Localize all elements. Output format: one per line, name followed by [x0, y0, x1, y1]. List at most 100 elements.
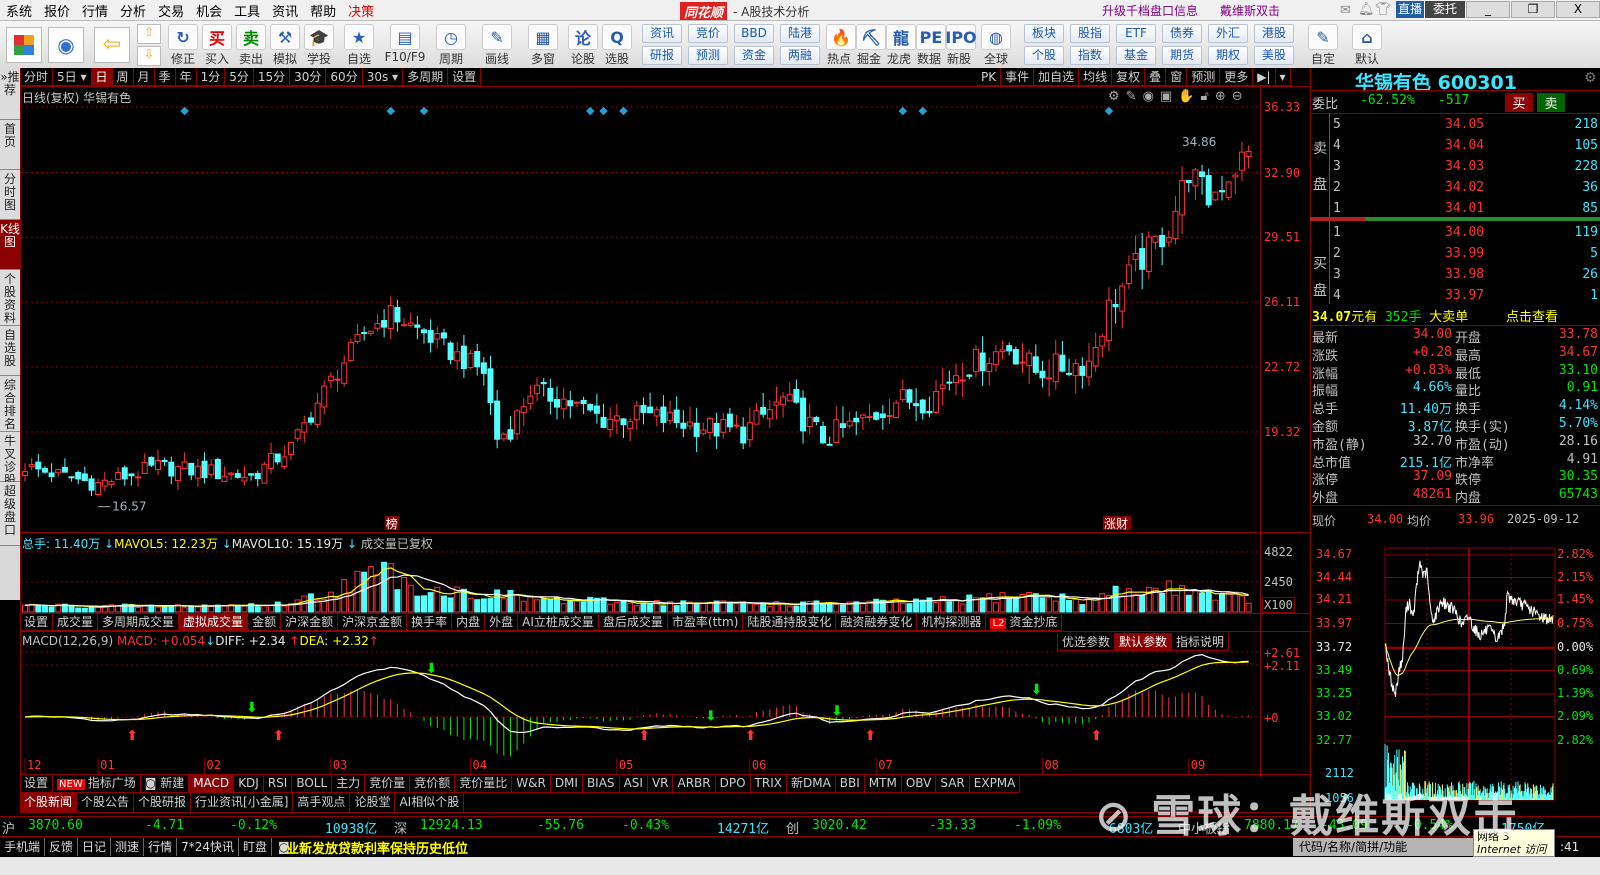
minimize-button[interactable]: _: [1466, 1, 1510, 18]
quick-button-陆港[interactable]: 陆港: [780, 24, 820, 43]
toolbar-icons-5[interactable]: ★ 自选: [338, 24, 380, 67]
indicator-tab-11[interactable]: W&R: [512, 774, 551, 792]
indicator-tab-0[interactable]: 设置: [20, 774, 54, 792]
indicator-tab-17[interactable]: DPO: [716, 774, 751, 792]
param-tab-2[interactable]: 指标说明: [1172, 633, 1230, 650]
toolbar-icons-0[interactable]: ↻ 修正: [168, 24, 198, 67]
volume-tab-2[interactable]: 多周期成交量: [98, 613, 180, 630]
toolbar-icons-8[interactable]: ✎ 画线: [476, 24, 518, 67]
close-button[interactable]: X: [1556, 1, 1600, 18]
indicator-tab-23[interactable]: SAR: [936, 774, 970, 792]
volume-tab-0[interactable]: 设置: [20, 613, 54, 630]
indicator-tab-3[interactable]: MACD: [189, 774, 235, 792]
period-tab-11[interactable]: 60分: [326, 68, 363, 85]
status-item-6[interactable]: 盯盘: [239, 838, 272, 856]
quick-button-资金[interactable]: 资金: [734, 46, 774, 65]
sidebar-tab-2[interactable]: 分时图: [0, 170, 20, 220]
period-tab-8[interactable]: 5分: [225, 68, 254, 85]
volume-tab-8[interactable]: 内盘: [452, 613, 486, 630]
toolbar-icons-9[interactable]: ▦ 多窗: [522, 24, 564, 67]
period-tab-1[interactable]: 5日 ▾: [53, 68, 92, 85]
back-arrow-icon[interactable]: ⇦: [94, 27, 130, 63]
indicator-tab-9[interactable]: 竞价额: [410, 774, 456, 792]
indicator-tab-20[interactable]: BBI: [836, 774, 865, 792]
toolbox-icon[interactable]: ▣: [1160, 89, 1178, 104]
quick-button-港股[interactable]: 港股: [1254, 24, 1294, 43]
chart-tool-tab-2[interactable]: 加自选: [1034, 68, 1080, 85]
volume-tab-4[interactable]: 金额: [248, 613, 282, 630]
news-tab-3[interactable]: 行业资讯[小金属]: [191, 793, 294, 812]
volume-tab-16[interactable]: L2 资金抄底: [986, 613, 1063, 630]
quick-button-板块[interactable]: 板块: [1024, 24, 1064, 43]
indicator-tab-12[interactable]: DMI: [551, 774, 583, 792]
period-tab-5[interactable]: 季: [155, 68, 176, 85]
quick-button-债券[interactable]: 债券: [1162, 24, 1202, 43]
indicator-tab-1[interactable]: NEW 指标广场: [53, 774, 141, 792]
indicator-tab-13[interactable]: BIAS: [583, 774, 620, 792]
indicator-tab-14[interactable]: ASI: [620, 774, 648, 792]
menu-item-0[interactable]: 系统: [0, 1, 38, 20]
status-item-5[interactable]: 7*24快讯: [177, 838, 239, 856]
menu-item-5[interactable]: 机会: [190, 1, 228, 20]
chart-tool-tab-9[interactable]: ▶|: [1253, 68, 1276, 85]
sell-button[interactable]: 卖: [1537, 93, 1565, 112]
indicator-tab-4[interactable]: KDJ: [234, 774, 264, 792]
quick-button-ETF[interactable]: ETF: [1116, 24, 1156, 43]
gear-icon[interactable]: ⚙: [1584, 70, 1597, 86]
volume-tab-6[interactable]: 沪深京金额: [338, 613, 408, 630]
quick-button-资讯[interactable]: 资讯: [642, 24, 682, 43]
promo-link-1[interactable]: 升级千档盘口信息: [1102, 2, 1198, 19]
sidebar-tab-5[interactable]: 自选股: [0, 326, 20, 376]
chart-tool-tab-8[interactable]: 更多: [1220, 68, 1254, 85]
menu-item-3[interactable]: 分析: [114, 1, 152, 20]
sidebar-tab-0[interactable]: »推荐: [0, 68, 20, 120]
period-tab-12[interactable]: 30s ▾: [363, 68, 404, 85]
index-item[interactable]: 沪 3870.60 -4.71 -0.12% 10938亿: [0, 818, 392, 837]
news-tab-6[interactable]: AI相似个股: [395, 793, 465, 812]
toolbar-icons-1[interactable]: 买买入: [202, 24, 232, 67]
mail-icon[interactable]: ✉: [1340, 3, 1351, 18]
news-tab-1[interactable]: 个股公告: [77, 793, 135, 812]
status-item-2[interactable]: 日记: [78, 838, 112, 856]
menu-item-2[interactable]: 行情: [76, 1, 114, 20]
status-item-4[interactable]: 行情: [144, 838, 178, 856]
quick-button-BBD[interactable]: BBD: [734, 24, 774, 43]
buy-button[interactable]: 买: [1505, 93, 1533, 112]
toolbar-icons2-1[interactable]: ⛏ 掘金: [856, 24, 886, 67]
sidebar-tab-3[interactable]: K线图: [0, 220, 20, 270]
period-tab-3[interactable]: 周: [113, 68, 134, 85]
indicator-tab-5[interactable]: RSI: [264, 774, 293, 792]
toolbar-icons3-1[interactable]: ⌂ 默认: [1350, 24, 1384, 67]
indicator-tab-10[interactable]: 竞价量比: [455, 774, 513, 792]
menu-item-6[interactable]: 工具: [228, 1, 266, 20]
indicator-tab-19[interactable]: 新DMA: [787, 774, 836, 792]
quick-button-个股[interactable]: 个股: [1024, 46, 1064, 65]
live-button[interactable]: 直播: [1396, 1, 1424, 18]
volume-tab-14[interactable]: 融资融券变化: [836, 613, 918, 630]
index-item[interactable]: 深 12924.13 -55.76 -0.43% 14271亿: [392, 818, 784, 837]
chart-tool-tab-5[interactable]: 叠: [1145, 68, 1167, 85]
down-arrow-icon[interactable]: ⇩: [137, 46, 161, 66]
volume-tab-3[interactable]: 虚拟成交量: [179, 613, 249, 630]
period-tab-7[interactable]: 1分: [197, 68, 226, 85]
entrust-button[interactable]: 委托: [1425, 1, 1465, 18]
chart-tool-tab-1[interactable]: 事件: [1001, 68, 1035, 85]
toolbar-icons2-4[interactable]: IPO 新股: [945, 24, 977, 67]
hand-icon[interactable]: ✋: [1178, 89, 1200, 104]
indicator-tab-15[interactable]: VR: [648, 774, 674, 792]
quick-button-期货[interactable]: 期货: [1162, 46, 1202, 65]
toolbar-icons-2[interactable]: 卖卖出: [236, 24, 266, 67]
eye-icon[interactable]: ◉: [1143, 89, 1160, 104]
period-tab-6[interactable]: 年: [176, 68, 197, 85]
volume-tab-12[interactable]: 市盈率(ttm): [668, 613, 744, 630]
up-arrow-icon[interactable]: ⇧: [137, 24, 161, 44]
sidebar-tab-7[interactable]: 牛叉诊股: [0, 432, 20, 487]
volume-tab-7[interactable]: 换手率: [407, 613, 453, 630]
robot-assistant-icon[interactable]: ◉: [48, 27, 84, 63]
toolbar-icons2-3[interactable]: PE 数据: [916, 24, 946, 67]
news-tab-4[interactable]: 高手观点: [293, 793, 351, 812]
promo-link-2[interactable]: 戴维斯双击: [1220, 2, 1280, 19]
restore-button[interactable]: ❐: [1511, 1, 1555, 18]
volume-tab-9[interactable]: 外盘: [485, 613, 519, 630]
news-tab-2[interactable]: 个股研报: [134, 793, 192, 812]
